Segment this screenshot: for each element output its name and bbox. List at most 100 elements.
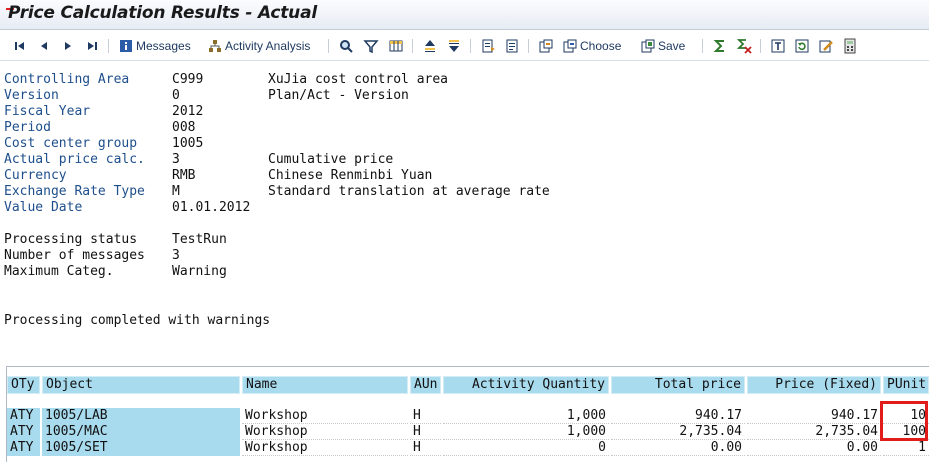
processing-info-label: Processing status — [4, 232, 138, 247]
window-title: Price Calculation Results - Actual — [8, 3, 317, 23]
table-cell-oty[interactable]: ATY — [7, 424, 40, 440]
toolbar-separator — [702, 39, 703, 53]
title-header-button[interactable] — [770, 37, 786, 55]
header-field-label: Version — [4, 88, 59, 103]
table-cell-activity-quantity[interactable]: 1,000 — [443, 408, 609, 424]
header-field-label: Period — [4, 120, 51, 135]
header-field-value: 01.01.2012 — [172, 200, 251, 215]
total-button[interactable] — [712, 37, 728, 55]
save-layout-icon — [641, 39, 655, 53]
processing-info-label: Number of messages — [4, 248, 145, 263]
calculator-icon — [844, 38, 856, 54]
last-page-icon — [88, 42, 97, 50]
column-header-aun[interactable]: AUn — [410, 376, 441, 394]
header-field-label: Controlling Area — [4, 72, 130, 87]
table-cell-oty[interactable]: ATY — [7, 440, 40, 456]
processing-info-value: 3 — [172, 248, 180, 263]
hierarchy-icon — [209, 40, 221, 52]
export-button[interactable] — [480, 37, 496, 55]
subtotal-icon — [736, 39, 752, 54]
column-header-oty[interactable]: OTy — [7, 376, 40, 394]
select-layout-button[interactable] — [538, 37, 554, 55]
sort-descending-button[interactable] — [446, 37, 462, 55]
first-page-button[interactable] — [12, 37, 28, 55]
table-cell-activity-quantity[interactable]: 0 — [443, 440, 609, 456]
header-field-label: Fiscal Year — [4, 104, 91, 119]
column-header-price-fixed[interactable]: Price (Fixed) — [747, 376, 881, 394]
processing-info-value: Warning — [172, 264, 227, 279]
table-cell-activity-quantity[interactable]: 1,000 — [443, 424, 609, 440]
save-layout-button[interactable]: Save — [640, 37, 685, 55]
table-cell-total-price[interactable]: 940.17 — [611, 408, 745, 424]
table-cell-price-fixed[interactable]: 0.00 — [747, 440, 881, 456]
processing-status-message: Processing completed with warnings — [4, 313, 271, 328]
toolbar-separator — [760, 39, 761, 53]
table-cell-name[interactable]: Workshop — [242, 408, 408, 424]
table-cell-total-price[interactable]: 0.00 — [611, 440, 745, 456]
column-header-name[interactable]: Name — [242, 376, 408, 394]
next-page-button[interactable] — [60, 37, 76, 55]
activity-analysis-button[interactable]: Activity Analysis — [207, 37, 310, 55]
table-cell-punit[interactable]: 10 — [883, 408, 929, 424]
toolbar-separator — [328, 39, 329, 53]
header-field-description: XuJia cost control area — [268, 72, 449, 87]
processing-info-value: TestRun — [172, 232, 227, 247]
table-cell-aun[interactable]: H — [410, 424, 441, 440]
table-cell-price-fixed[interactable]: 2,735.04 — [747, 424, 881, 440]
header-field-value: 0 — [172, 88, 180, 103]
choose-button[interactable]: Choose — [562, 37, 621, 55]
header-field-value: 008 — [172, 120, 196, 135]
title-bar: Price Calculation Results - Actual — [0, 0, 929, 30]
filter-button[interactable] — [363, 37, 379, 55]
refresh-icon — [795, 39, 809, 53]
header-field-value: M — [172, 184, 180, 199]
toolbar-separator — [412, 39, 413, 53]
table-cell-punit[interactable]: 1 — [883, 440, 929, 456]
previous-page-button[interactable] — [36, 37, 52, 55]
messages-label: Messages — [136, 39, 191, 53]
document-list-icon — [506, 39, 518, 53]
header-field-value: 2012 — [172, 104, 204, 119]
choose-label: Choose — [580, 39, 622, 53]
application-toolbar: Messages Activity Analysis Choose Save — [0, 31, 929, 61]
refresh-button[interactable] — [794, 37, 810, 55]
table-cell-oty[interactable]: ATY — [7, 408, 40, 424]
calculator-button[interactable] — [842, 37, 858, 55]
header-field-label: Currency — [4, 168, 67, 183]
table-cell-aun[interactable]: H — [410, 440, 441, 456]
table-cell-object[interactable]: 1005/MAC — [42, 424, 240, 440]
header-field-description: Cumulative price — [268, 152, 394, 167]
header-field-label: Exchange Rate Type — [4, 184, 145, 199]
column-header-activity-quantity[interactable]: Activity Quantity — [443, 376, 609, 394]
header-field-description: Chinese Renminbi Yuan — [268, 168, 433, 183]
activity-analysis-label: Activity Analysis — [225, 39, 311, 53]
table-cell-name[interactable]: Workshop — [242, 424, 408, 440]
table-cell-object[interactable]: 1005/LAB — [42, 408, 240, 424]
sort-ascending-button[interactable] — [422, 37, 438, 55]
table-cell-total-price[interactable]: 2,735.04 — [611, 424, 745, 440]
header-field-label: Value Date — [4, 200, 83, 215]
column-header-object[interactable]: Object — [42, 376, 240, 394]
edit-button[interactable] — [818, 37, 834, 55]
find-button[interactable] — [338, 37, 354, 55]
magnifier-icon — [340, 40, 353, 53]
column-header-punit[interactable]: PUnit — [883, 376, 929, 394]
column-header-total-price[interactable]: Total price — [611, 376, 745, 394]
print-preview-button[interactable] — [504, 37, 520, 55]
table-cell-object[interactable]: 1005/SET — [42, 440, 240, 456]
header-field-value: RMB — [172, 168, 196, 183]
table-cell-aun[interactable]: H — [410, 408, 441, 424]
toolbar-separator — [528, 39, 529, 53]
sum-icon — [713, 40, 724, 52]
header-field-value: C999 — [172, 72, 204, 87]
document-export-icon — [482, 39, 495, 53]
processing-info-label: Maximum Categ. — [4, 264, 114, 279]
filter-icon — [363, 40, 379, 54]
last-page-button[interactable] — [84, 37, 100, 55]
table-cell-price-fixed[interactable]: 940.17 — [747, 408, 881, 424]
subtotal-button[interactable] — [736, 37, 752, 55]
change-layout-button[interactable] — [388, 37, 404, 55]
table-cell-name[interactable]: Workshop — [242, 440, 408, 456]
table-cell-punit[interactable]: 100 — [883, 424, 929, 440]
messages-button[interactable]: Messages — [118, 37, 191, 55]
